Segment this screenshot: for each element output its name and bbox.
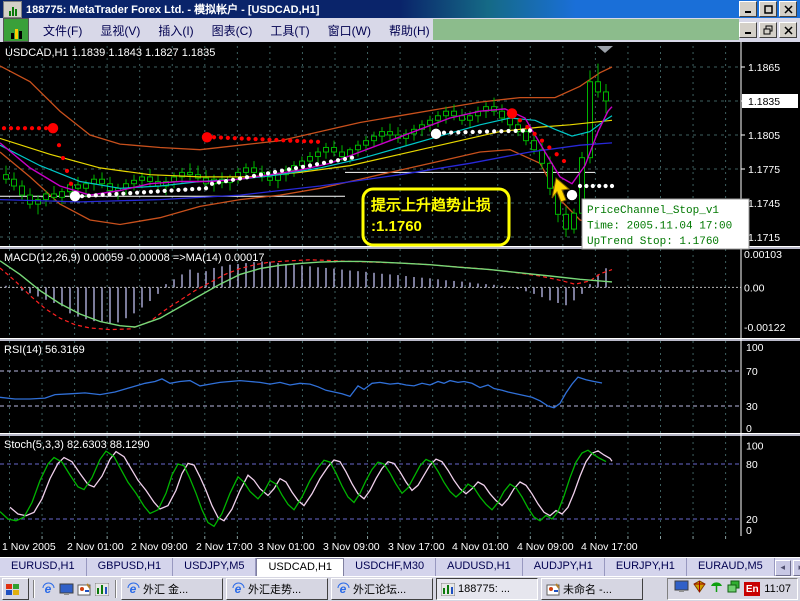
svg-text:30: 30 [746,401,758,413]
svg-text:100: 100 [746,342,764,354]
tray-antivirus-icon[interactable] [693,580,707,598]
chart-canvas[interactable]: 1.18651.18351.18051.17751.17451.17151.18… [0,42,800,557]
quicklaunch-desktop-icon[interactable] [57,580,75,598]
windows-logo-icon [6,583,19,595]
window-titlebar: 188775: MetaTrader Forex Ltd. - 模拟帐户 - [… [0,0,800,18]
svg-text:1.1805: 1.1805 [748,130,780,142]
task-button-2[interactable]: e 外汇论坛... [331,578,433,600]
minimize-button[interactable] [739,1,757,17]
tray-umbrella-icon[interactable] [710,580,723,598]
chart-icon [3,18,29,42]
svg-text:3 Nov 09:00: 3 Nov 09:00 [323,541,380,553]
task-button-3[interactable]: 188775: ... [436,578,538,600]
svg-text:3 Nov 01:00: 3 Nov 01:00 [258,541,315,553]
svg-text:4 Nov 01:00: 4 Nov 01:00 [452,541,509,553]
taskbar-separator [33,580,35,598]
maximize-button[interactable] [759,1,777,17]
svg-text:4 Nov 09:00: 4 Nov 09:00 [517,541,574,553]
menu-item-0[interactable]: 文件(F) [34,19,91,42]
quicklaunch-ie-icon[interactable]: e [39,580,57,598]
menu-item-4[interactable]: 工具(T) [261,19,318,42]
svg-text:3 Nov 17:00: 3 Nov 17:00 [388,541,445,553]
tab-scroll-left-icon[interactable]: ◂ [774,559,791,576]
window-title: 188775: MetaTrader Forex Ltd. - 模拟帐户 - [… [26,4,320,16]
chart-tab-gbpusdh1[interactable]: GBPUSD,H1 [87,558,174,577]
tray-display-icon[interactable] [674,580,689,598]
menu-highlight-strip [433,19,739,40]
svg-text:1.1835: 1.1835 [748,96,780,108]
menu-item-3[interactable]: 图表(C) [203,19,262,42]
taskbar-separator [115,580,117,598]
menu-bar: 文件(F) 显视(V) 插入(I) 图表(C) 工具(T) 窗口(W) 帮助(H) [0,18,800,43]
svg-text:2 Nov 09:00: 2 Nov 09:00 [131,541,188,553]
menu-item-5[interactable]: 窗口(W) [319,19,380,42]
chart-tab-usdchfm30[interactable]: USDCHF,M30 [344,558,437,577]
chart-tab-usdjpym5[interactable]: USDJPY,M5 [173,558,257,577]
system-tray: En 11:07 [667,578,798,600]
close-button[interactable] [779,1,797,17]
svg-text:Time: 2005.11.04 17:00: Time: 2005.11.04 17:00 [587,221,732,233]
task-button-0[interactable]: e 外汇 金... [121,578,223,600]
chart-tab-usdcadh1[interactable]: USDCAD,H1 [256,558,345,577]
menu-item-1[interactable]: 显视(V) [91,19,149,42]
child-minimize-button[interactable] [739,22,757,38]
svg-text:1.1865: 1.1865 [748,62,780,74]
macd-label: MACD(12,26,9) 0.00059 -0.00008 =>MA(14) … [4,252,265,264]
svg-text:100: 100 [746,441,764,453]
svg-text:80: 80 [746,459,758,471]
stoch-label: Stoch(5,3,3) 82.6303 88.1290 [4,439,150,451]
svg-text:UpTrend Stop: 1.1760: UpTrend Stop: 1.1760 [587,236,719,248]
chart-tab-audjpyh1[interactable]: AUDJPY,H1 [523,558,605,577]
svg-text:1.1775: 1.1775 [748,164,780,176]
svg-text:-0.00122: -0.00122 [744,322,786,334]
svg-text:0: 0 [746,525,752,537]
menu-item-2[interactable]: 插入(I) [149,19,202,42]
svg-text:2 Nov 17:00: 2 Nov 17:00 [196,541,253,553]
rsi-label: RSI(14) 56.3169 [4,344,85,356]
tab-scroll-right-icon[interactable]: ▸ [792,559,800,576]
chart-tab-audusdh1[interactable]: AUDUSD,H1 [436,558,523,577]
svg-text:0.00: 0.00 [744,282,765,294]
chart-tab-eurjpyh1[interactable]: EURJPY,H1 [605,558,687,577]
svg-text:2 Nov 01:00: 2 Nov 01:00 [67,541,124,553]
svg-text:0.00103: 0.00103 [744,249,782,261]
windows-taskbar: e e 外汇 金... e 外汇走势... e 外汇论坛... 188775: ... 未命名 … [0,576,800,601]
tray-windows-icon[interactable] [727,580,740,598]
quicklaunch-chart-icon[interactable] [93,580,111,598]
quicklaunch-notes-icon[interactable] [75,580,93,598]
app-icon [3,0,22,18]
svg-text:PriceChannel_Stop_v1: PriceChannel_Stop_v1 [587,205,719,217]
chart-tab-eurusdh1[interactable]: EURUSD,H1 [0,558,87,577]
task-button-4[interactable]: 未命名 -... [541,578,643,600]
svg-text:1 Nov 2005: 1 Nov 2005 [2,541,56,553]
panel-splitter-2[interactable] [0,338,800,341]
panel-splitter-3[interactable] [0,433,800,436]
language-indicator[interactable]: En [744,582,761,596]
task-button-1[interactable]: e 外汇走势... [226,578,328,600]
svg-text:提示上升趋势止损: 提示上升趋势止损 [371,196,491,214]
taskbar-clock: 11:07 [764,583,791,595]
menu-item-6[interactable]: 帮助(H) [380,19,439,42]
svg-text:0: 0 [746,423,752,435]
ohlc-header: USDCAD,H1 1.1839 1.1843 1.1827 1.1835 [5,47,215,59]
child-restore-button[interactable] [759,22,777,38]
start-button[interactable] [2,578,29,600]
svg-text:70: 70 [746,366,758,378]
svg-text:4 Nov 17:00: 4 Nov 17:00 [581,541,638,553]
child-close-button[interactable] [779,22,797,38]
svg-text:1.1715: 1.1715 [748,232,780,244]
indicator-tooltip: PriceChannel_Stop_v1 Time: 2005.11.04 17:… [581,198,750,250]
chart-window[interactable]: 1.18651.18351.18051.17751.17451.17151.18… [0,42,800,557]
svg-text::1.1760: :1.1760 [371,218,422,235]
chart-tab-bar: EURUSD,H1 GBPUSD,H1 USDJPY,M5 USDCAD,H1 USDC… [0,557,800,577]
svg-text:1.1745: 1.1745 [748,198,780,210]
chart-tab-euraudm5[interactable]: EURAUD,M5 [687,558,775,577]
